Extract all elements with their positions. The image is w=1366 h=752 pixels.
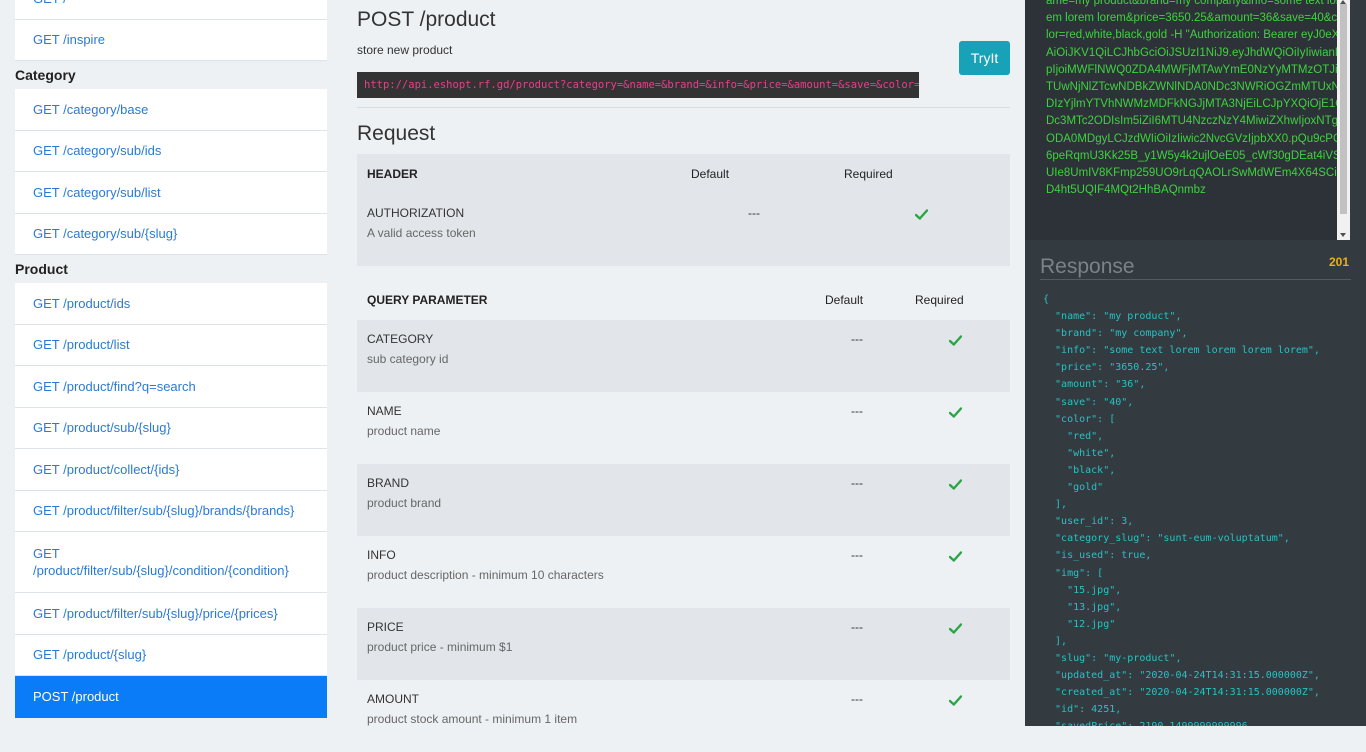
check-icon	[948, 621, 963, 634]
tryit-button[interactable]: TryIt	[959, 41, 1010, 75]
param-default: ---	[851, 404, 863, 418]
sidebar-item[interactable]: GET /product/find?q=search	[15, 366, 327, 408]
page-title: POST /product	[357, 8, 496, 31]
param-name: CATEGORY	[367, 332, 434, 346]
sidebar-category-product: Product	[15, 261, 68, 277]
response-divider	[1040, 279, 1351, 280]
param-row: NAME product name ---	[357, 392, 1010, 464]
sidebar-item[interactable]: GET /category/sub/{slug}	[15, 213, 327, 255]
sidebar-item[interactable]: GET /product/filter/sub/{slug}/condition…	[15, 532, 327, 593]
sidebar-category-category: Category	[15, 67, 76, 83]
param-description: sub category id	[367, 352, 449, 366]
check-icon	[948, 693, 963, 706]
sidebar-item[interactable]: GET /product/list	[15, 324, 327, 366]
param-name: AUTHORIZATION	[367, 206, 465, 220]
header-column-name: HEADER	[367, 167, 418, 181]
divider	[357, 107, 1010, 108]
param-default: ---	[851, 548, 863, 562]
sidebar-item[interactable]: GET /product/sub/{slug}	[15, 407, 327, 449]
param-default: ---	[851, 692, 863, 706]
param-description: product name	[367, 424, 441, 438]
request-preview[interactable]: ame=my product&brand=my company&info=som…	[1025, 0, 1350, 240]
param-description: product brand	[367, 496, 442, 510]
param-description: product description - minimum 10 charact…	[367, 568, 604, 582]
param-default: ---	[748, 206, 760, 220]
sidebar-item[interactable]: GET /category/base	[15, 89, 327, 131]
param-row: PRICE product price - minimum $1 ---	[357, 608, 1010, 680]
param-row: CATEGORY sub category id ---	[357, 320, 1010, 392]
param-row: AMOUNT product stock amount - minimum 1 i…	[357, 680, 1010, 752]
param-name: INFO	[367, 548, 396, 562]
param-name: NAME	[367, 404, 402, 418]
try-panel: ame=my product&brand=my company&info=som…	[1025, 0, 1366, 726]
query-column-required: Required	[915, 293, 964, 307]
sidebar-item[interactable]: GET /inspire	[15, 19, 327, 61]
query-column-name: QUERY PARAMETER	[367, 293, 488, 307]
header-column-required: Required	[844, 167, 893, 181]
sidebar-item[interactable]: GET /	[15, 0, 327, 20]
status-badge: 201	[1329, 255, 1350, 269]
scroll-thumb[interactable]	[1340, 4, 1347, 214]
sidebar: GET /GET /inspire Category GET /category/b…	[0, 0, 340, 726]
check-icon	[914, 207, 929, 220]
sidebar-item[interactable]: GET /product/filter/sub/{slug}/brands/{b…	[15, 490, 327, 532]
param-default: ---	[851, 476, 863, 490]
sidebar-item[interactable]: GET /product/collect/{ids}	[15, 449, 327, 491]
endpoint-panel: POST /product store new product TryIt ht…	[357, 0, 1010, 726]
request-section-title: Request	[357, 122, 436, 145]
check-icon	[948, 549, 963, 562]
sidebar-item[interactable]: GET /category/sub/list	[15, 172, 327, 214]
sidebar-item[interactable]: GET /product/{slug}	[15, 634, 327, 676]
response-body: { "name": "my product", "brand": "my com…	[1043, 294, 1320, 726]
sidebar-item[interactable]: GET /product/filter/sub/{slug}/price/{pr…	[15, 593, 327, 635]
header-column-default: Default	[691, 167, 730, 181]
header-table-head: HEADER Default Required	[357, 154, 1010, 194]
param-row: AUTHORIZATION A valid access token ---	[357, 194, 1010, 266]
sidebar-list: GET /GET /inspire Category GET /category/b…	[15, 0, 327, 718]
param-row: BRAND product brand ---	[357, 464, 1010, 536]
check-icon	[948, 333, 963, 346]
check-icon	[948, 405, 963, 418]
param-name: BRAND	[367, 476, 410, 490]
param-description: A valid access token	[367, 226, 476, 240]
param-description: product stock amount - minimum 1 item	[367, 712, 578, 726]
request-preview-text: ame=my product&brand=my company&info=som…	[1046, 0, 1346, 197]
param-name: AMOUNT	[367, 692, 419, 706]
sidebar-item-active[interactable]: POST /product	[15, 676, 327, 718]
param-default: ---	[851, 332, 863, 346]
param-default: ---	[851, 620, 863, 634]
endpoint-description: store new product	[357, 43, 453, 57]
check-icon	[948, 477, 963, 490]
response-title: Response	[1040, 255, 1135, 278]
query-table-head: QUERY PARAMETER Default Required	[357, 280, 1010, 320]
request-preview-scrollbar[interactable]	[1337, 0, 1350, 240]
param-name: PRICE	[367, 620, 404, 634]
param-row: INFO product description - minimum 10 cha…	[357, 536, 1010, 608]
sidebar-item[interactable]: GET /category/sub/ids	[15, 130, 327, 172]
scroll-down-arrow-icon[interactable]	[1340, 233, 1346, 237]
request-url[interactable]: http://api.eshopt.rf.gd/product?category…	[357, 72, 919, 98]
param-description: product price - minimum $1	[367, 640, 513, 654]
query-column-default: Default	[825, 293, 864, 307]
sidebar-item[interactable]: GET /product/ids	[15, 283, 327, 325]
